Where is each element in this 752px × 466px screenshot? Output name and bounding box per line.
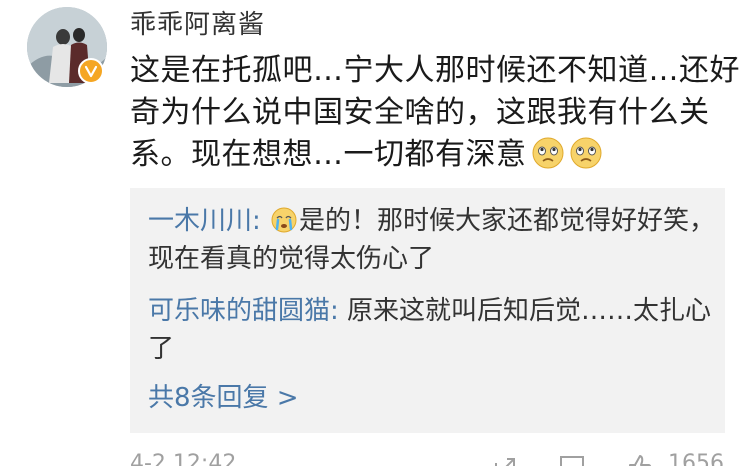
replies-panel: 一木川川: 是的！那时候大家还都觉得好好笑，现在看真的觉得太伤心了 可乐味的甜圆…: [130, 188, 725, 433]
username[interactable]: 乖乖阿离酱: [130, 8, 265, 42]
like-count: 1656: [668, 451, 724, 466]
comment-body: 这是在托孤吧…宁大人那时候还不知道…还好奇为什么说中国安全啥的，这跟我有什么关系…: [130, 53, 740, 172]
reply-author[interactable]: 可乐味的甜圆猫:: [148, 296, 339, 326]
share-icon[interactable]: [492, 453, 520, 466]
reply-item[interactable]: 一木川川: 是的！那时候大家还都觉得好好笑，现在看真的觉得太伤心了: [148, 202, 718, 278]
reply-author[interactable]: 一木川川:: [148, 206, 261, 236]
comment-footer: 4-2 12:42 1656: [130, 451, 752, 466]
comment-text: 这是在托孤吧…宁大人那时候还不知道…还好奇为什么说中国安全啥的，这跟我有什么关系…: [130, 50, 745, 176]
view-more-replies-link[interactable]: 共8条回复 >: [148, 380, 299, 416]
sad-emoji-icon: [570, 137, 601, 169]
timestamp: 4-2 12:42: [130, 451, 237, 466]
like-icon[interactable]: [626, 453, 654, 466]
comment-icon[interactable]: [558, 453, 586, 466]
sad-emoji-icon: [532, 137, 563, 169]
reply-item[interactable]: 可乐味的甜圆猫: 原来这就叫后知后觉……太扎心了: [148, 292, 718, 368]
crying-emoji-icon: [271, 207, 297, 233]
verified-badge-icon: [78, 58, 104, 84]
